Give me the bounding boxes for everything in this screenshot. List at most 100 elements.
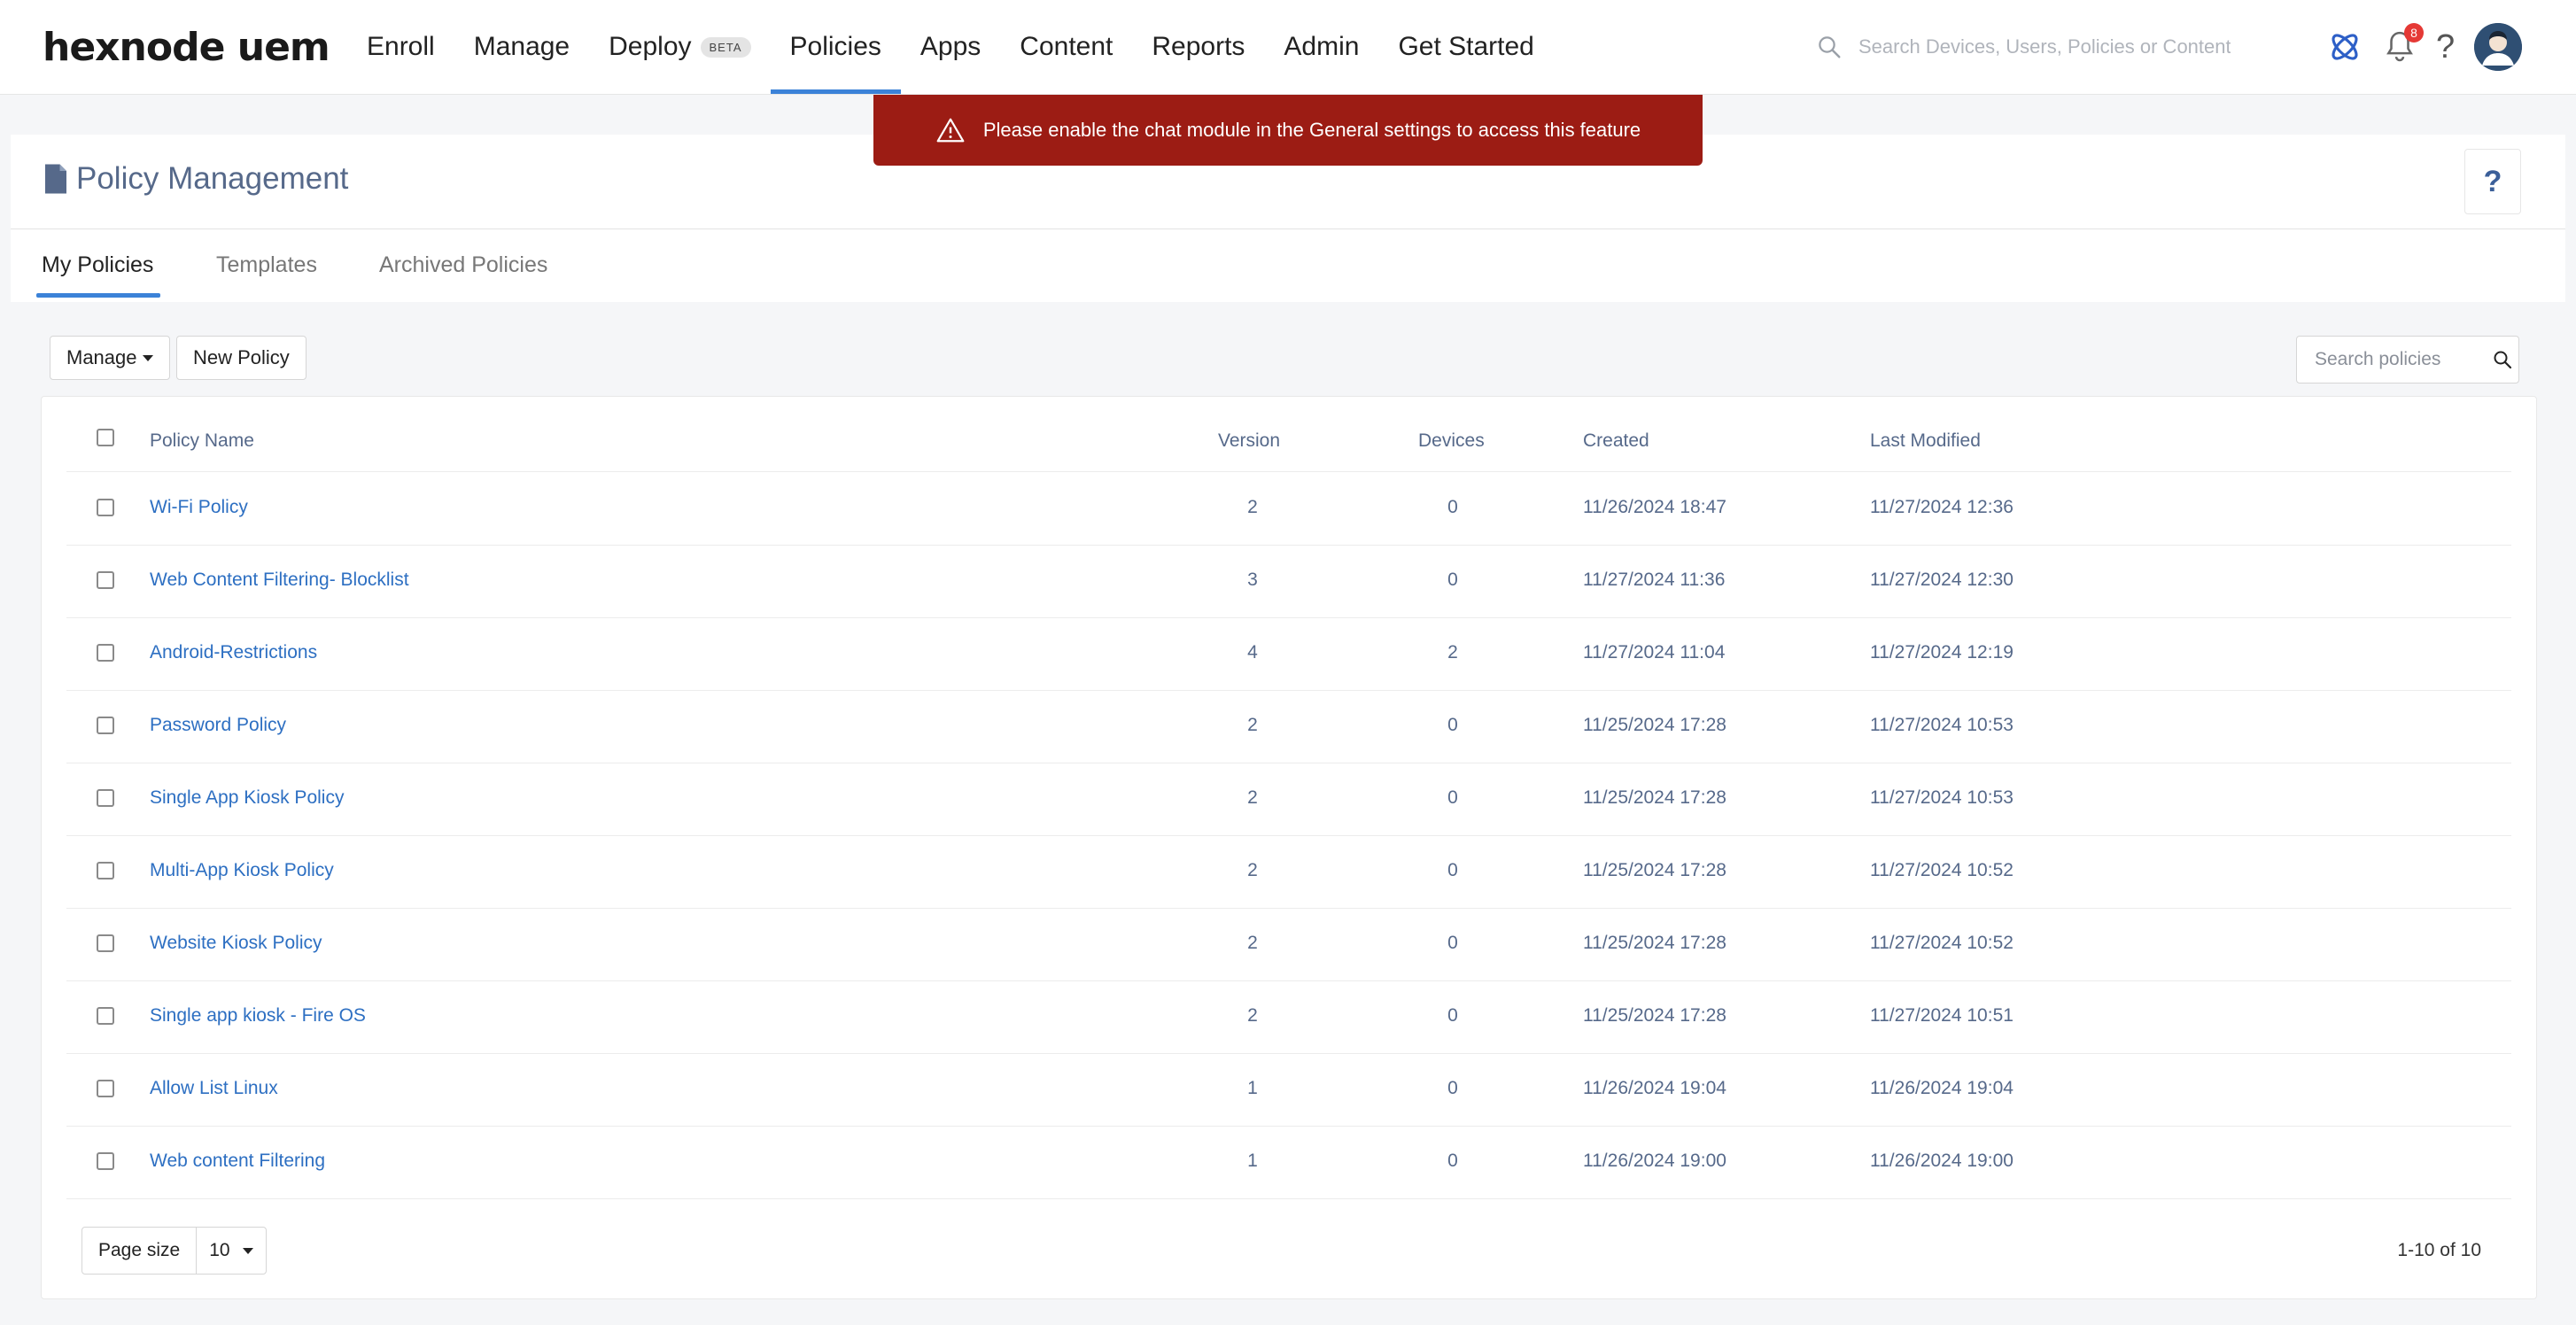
select-all-checkbox[interactable] [97,429,114,446]
nav-admin-label: Admin [1284,32,1360,61]
policy-version: 2 [1247,715,1258,735]
policy-version: 4 [1247,642,1258,662]
policy-version: 2 [1247,497,1258,517]
policy-name-link[interactable]: Single app kiosk - Fire OS [150,1005,366,1027]
table-row: Website Kiosk Policy 2 0 11/25/2024 17:2… [66,908,2511,981]
row-checkbox[interactable] [97,644,114,662]
page-size-label: Page size [82,1228,198,1274]
policy-name-link[interactable]: Web content Filtering [150,1151,325,1172]
page-size-value: 10 [209,1240,230,1260]
table-row: Web content Filtering 1 0 11/26/2024 19:… [66,1126,2511,1199]
policy-version: 2 [1247,860,1258,880]
nav-get-started[interactable]: Get Started [1378,0,1553,94]
notification-bell-icon[interactable]: 8 [2383,23,2424,66]
policy-devices: 0 [1447,1078,1458,1098]
tab-archived-policies[interactable]: Archived Policies [379,252,547,289]
row-checkbox[interactable] [97,499,114,516]
policy-modified: 11/26/2024 19:04 [1870,1078,2013,1098]
tab-templates[interactable]: Templates [216,252,317,289]
policy-name-link[interactable]: Allow List Linux [150,1078,278,1099]
policy-devices: 0 [1447,715,1458,735]
search-icon[interactable] [2492,349,2513,370]
policy-name-link[interactable]: Multi-App Kiosk Policy [150,860,334,881]
user-avatar[interactable] [2474,23,2523,71]
table-row: Single App Kiosk Policy 2 0 11/25/2024 1… [66,763,2511,836]
page-size-dropdown[interactable]: 10 [197,1228,265,1274]
policy-search-box [2296,336,2519,384]
policy-devices: 0 [1447,1151,1458,1171]
policy-modified: 11/27/2024 10:53 [1870,715,2013,735]
column-header-created[interactable]: Created [1583,430,1649,452]
policy-version: 2 [1247,933,1258,953]
row-checkbox[interactable] [97,1080,114,1097]
table-row: Android-Restrictions 4 2 11/27/2024 11:0… [66,617,2511,691]
hexnode-connect-icon[interactable] [2326,28,2363,66]
table-header-row: Policy Name Version Devices Created Last… [66,406,2511,472]
warning-icon [936,118,965,143]
policy-modified: 11/27/2024 12:19 [1870,642,2013,662]
column-header-last-modified[interactable]: Last Modified [1870,430,1981,452]
policy-name-link[interactable]: Password Policy [150,715,286,736]
manage-dropdown-button[interactable]: Manage [50,336,170,380]
nav-enroll[interactable]: Enroll [347,0,454,94]
policy-modified: 11/26/2024 19:00 [1870,1151,2013,1171]
page-help-button[interactable]: ? [2464,149,2521,214]
nav-admin[interactable]: Admin [1264,0,1378,94]
nav-content[interactable]: Content [1000,0,1132,94]
new-policy-button[interactable]: New Policy [176,336,306,380]
row-checkbox[interactable] [97,571,114,589]
page-size-selector: Page size 10 [81,1227,267,1275]
policy-created: 11/25/2024 17:28 [1583,787,1726,808]
policy-modified: 11/27/2024 10:52 [1870,933,2013,953]
policy-created: 11/27/2024 11:36 [1583,570,1726,590]
page-title: Policy Management [43,161,348,197]
help-icon[interactable]: ? [2436,28,2455,66]
row-checkbox[interactable] [97,717,114,734]
row-checkbox[interactable] [97,1152,114,1170]
policy-version: 1 [1247,1151,1258,1171]
nav-policies[interactable]: Policies [770,0,902,94]
column-header-policy-name[interactable]: Policy Name [150,430,254,452]
policy-devices: 0 [1447,497,1458,517]
global-search-input[interactable] [1857,35,2232,59]
policy-created: 11/26/2024 18:47 [1583,497,1726,517]
nav-manage[interactable]: Manage [454,0,589,94]
chat-module-alert: Please enable the chat module in the Gen… [873,95,1703,166]
alert-message: Please enable the chat module in the Gen… [982,119,1641,141]
nav-apps-label: Apps [919,32,982,61]
table-row: Password Policy 2 0 11/25/2024 17:28 11/… [66,690,2511,763]
hexnode-logo[interactable]: hexnode uem [43,25,330,70]
policy-search-input[interactable] [2313,348,2485,371]
table-row: Multi-App Kiosk Policy 2 0 11/25/2024 17… [66,835,2511,909]
nav-reports[interactable]: Reports [1132,0,1264,94]
policy-name-link[interactable]: Android-Restrictions [150,642,317,663]
row-checkbox[interactable] [97,934,114,952]
policy-name-link[interactable]: Website Kiosk Policy [150,933,322,954]
new-policy-label: New Policy [193,346,290,368]
policy-version: 2 [1247,1005,1258,1026]
policy-devices: 0 [1447,1005,1458,1026]
caret-down-icon [242,1247,253,1254]
row-checkbox[interactable] [97,789,114,807]
policy-modified: 11/27/2024 12:36 [1870,497,2013,517]
search-icon [1819,36,1841,58]
policy-created: 11/25/2024 17:28 [1583,860,1726,880]
nav-deploy[interactable]: Deploy BETA [589,0,770,94]
policy-name-link[interactable]: Single App Kiosk Policy [150,787,344,809]
policy-devices: 0 [1447,860,1458,880]
row-checkbox[interactable] [97,1007,114,1025]
policy-name-link[interactable]: Web Content Filtering- Blocklist [150,570,409,591]
beta-badge: BETA [700,36,751,58]
column-header-version[interactable]: Version [1218,430,1280,452]
nav-apps[interactable]: Apps [901,0,1000,94]
table-row: Single app kiosk - Fire OS 2 0 11/25/202… [66,980,2511,1054]
table-row: Allow List Linux 1 0 11/26/2024 19:04 11… [66,1053,2511,1127]
policy-tabs: My Policies Templates Archived Policies [11,229,2565,302]
nav-get-started-label: Get Started [1398,32,1534,61]
page-title-text: Policy Management [76,161,349,196]
column-header-devices[interactable]: Devices [1418,430,1485,452]
caret-down-icon [142,354,153,361]
tab-my-policies[interactable]: My Policies [35,252,161,298]
policy-name-link[interactable]: Wi-Fi Policy [150,497,248,518]
row-checkbox[interactable] [97,862,114,879]
